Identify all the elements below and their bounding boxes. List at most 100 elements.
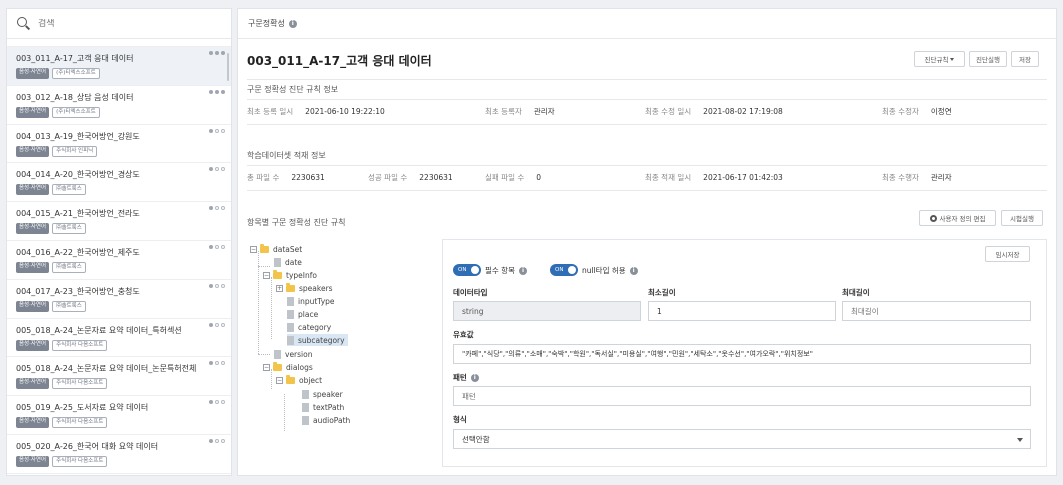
- custom-edit-button[interactable]: 사용자 정의 편집: [919, 210, 996, 226]
- tree-node-dialogs[interactable]: − dialogs: [263, 361, 313, 373]
- file-icon: [302, 402, 309, 412]
- run-diagnosis-button[interactable]: 진단실행: [969, 51, 1007, 67]
- list-item-tags: 음성·자연어 ㈜솔트룩스: [16, 300, 221, 312]
- divider: [247, 165, 1047, 166]
- list-item-tags: 음성·자연어 주식회사 다음소프트: [16, 417, 221, 429]
- list-item[interactable]: 005_020_A-26_한국어 대화 요약 데이터 음성·자연어 주식회사 다음소…: [7, 435, 231, 474]
- list-item[interactable]: 003_012_A-18_상담 음성 데이터 음성·자연어 (주)티엑스소프트: [7, 86, 231, 125]
- valid-values-input[interactable]: "카페","식당","의류","소매","숙박","학원","독서실","미용실…: [453, 344, 1031, 364]
- search-input[interactable]: [38, 18, 208, 29]
- tree-node-date[interactable]: date: [274, 256, 302, 268]
- tree-node-version[interactable]: version: [274, 348, 312, 360]
- status-dot: [221, 167, 225, 172]
- status-dot: [215, 51, 219, 55]
- list-item[interactable]: 004_014_A-20_한국어방언_경상도 음성·자연어 ㈜솔트룩스: [7, 163, 231, 203]
- first-reg-date: 최초 등록 일시 2021-06-10 19:22:10: [247, 106, 385, 117]
- tree-node-place[interactable]: place: [287, 308, 318, 320]
- org-badge: ㈜솔트룩스: [52, 261, 86, 273]
- tree-label: version: [285, 349, 313, 359]
- save-button[interactable]: 저장: [1011, 51, 1039, 67]
- category-badge: 음성·자연어: [16, 223, 50, 235]
- list-item[interactable]: 004_016_A-22_한국어방언_제주도 음성·자연어 ㈜솔트룩스: [7, 241, 231, 280]
- list-item-partial: [7, 39, 231, 47]
- meta-label: 총 파일 수: [247, 173, 280, 182]
- info-icon[interactable]: i: [470, 373, 479, 382]
- status-dot: [215, 89, 219, 94]
- null-toggle[interactable]: ON: [550, 264, 578, 276]
- list-item-title: 004_014_A-20_한국어방언_경상도: [16, 170, 140, 180]
- list-item-title: 004_013_A-19_한국어방언_강원도: [16, 131, 140, 141]
- tree-node-subcategory[interactable]: subcategory: [287, 334, 348, 346]
- required-label-text: 필수 항목: [485, 266, 515, 275]
- status-dot: [215, 322, 219, 327]
- status-dot: [221, 283, 225, 288]
- pattern-input[interactable]: [453, 386, 1031, 406]
- list-item-tags: 음성·자연어 ㈜솔트룩스: [16, 223, 221, 235]
- status-dots: [209, 167, 225, 172]
- meta-value: 2021-06-10 19:22:10: [305, 107, 385, 116]
- meta-label: 최종 수정자: [882, 107, 919, 116]
- list-item-title: 003_011_A-17_고객 응대 데이터: [16, 54, 134, 63]
- info-icon[interactable]: i: [629, 266, 638, 275]
- tree-node-category[interactable]: category: [287, 321, 331, 333]
- meta-label: 최초 등록자: [485, 107, 522, 116]
- meta-label: 최초 등록 일시: [247, 107, 294, 116]
- tree-node-textpath[interactable]: textPath: [302, 401, 344, 413]
- org-badge: (주)티엑스소프트: [52, 68, 100, 79]
- tree-node-speaker[interactable]: speaker: [302, 388, 343, 400]
- org-badge: ㈜솔트룩스: [52, 184, 86, 196]
- meta-value: 0: [536, 173, 542, 182]
- status-dot: [221, 89, 225, 94]
- tree-label: audioPath: [313, 415, 351, 425]
- test-run-button[interactable]: 시험실행: [1001, 210, 1043, 226]
- tree-label: dataSet: [273, 244, 303, 254]
- tree-node-speakers[interactable]: + speakers: [276, 282, 333, 294]
- file-icon: [274, 257, 281, 267]
- search-icon[interactable]: [17, 17, 30, 30]
- collapse-icon[interactable]: −: [276, 376, 283, 384]
- list-item[interactable]: 004_017_A-23_한국어방언_충청도 음성·자연어 ㈜솔트룩스: [7, 280, 231, 319]
- tree-node-audiopath[interactable]: audioPath: [302, 414, 350, 426]
- list-item[interactable]: 005_018_A-24_논문자료 요약 데이터_논문특허전체 음성·자연어 주식회…: [7, 357, 231, 397]
- status-dot: [221, 361, 225, 366]
- tree-label: category: [298, 322, 332, 332]
- scrollbar[interactable]: [227, 53, 229, 81]
- expand-icon[interactable]: +: [276, 284, 283, 292]
- total-files: 총 파일 수 2230631: [247, 172, 325, 183]
- tree-label: dialogs: [286, 362, 313, 372]
- list-item[interactable]: 004_015_A-21_한국어방언_전라도 음성·자연어 ㈜솔트룩스: [7, 202, 231, 241]
- status-dots: [209, 400, 225, 405]
- format-select[interactable]: 선택안함: [453, 429, 1031, 449]
- list-item[interactable]: 003_011_A-17_고객 응대 데이터음성·자연어 (주)티엑스소프트: [7, 47, 231, 86]
- file-icon: [274, 349, 281, 359]
- tree-node-dataset[interactable]: − dataSet: [250, 243, 302, 255]
- list-item[interactable]: 005_019_A-25_도서자료 요약 데이터 음성·자연어 주식회사 다음소프트: [7, 396, 231, 435]
- meta-label: 최종 적재 일시: [645, 173, 692, 182]
- tree-node-inputtype[interactable]: inputType: [287, 295, 335, 307]
- status-dots: [209, 244, 225, 249]
- max-length-input[interactable]: [842, 301, 1031, 321]
- diagnose-rule-button[interactable]: 진단규칙: [914, 51, 965, 67]
- item-rules-title: 항목별 구문 정확성 진단 규칙: [247, 218, 346, 227]
- info-icon[interactable]: i: [288, 19, 297, 28]
- temp-save-button[interactable]: 임시저장: [985, 246, 1030, 262]
- tree-node-object[interactable]: − object: [276, 374, 322, 386]
- collapse-icon[interactable]: −: [263, 271, 270, 279]
- status-dots: [209, 89, 225, 94]
- category-badge: 음성·자연어: [16, 261, 50, 273]
- required-toggle[interactable]: ON: [453, 264, 481, 276]
- category-badge: 음성·자연어: [16, 68, 50, 79]
- divider: [247, 124, 1047, 125]
- collapse-icon[interactable]: −: [263, 363, 270, 371]
- list-item[interactable]: 004_013_A-19_한국어방언_강원도 음성·자연어 주식회사 인피닉: [7, 125, 231, 164]
- collapse-icon[interactable]: −: [250, 245, 257, 253]
- info-icon[interactable]: i: [518, 266, 527, 275]
- datatype-field: string: [453, 301, 641, 321]
- status-dot: [209, 51, 213, 55]
- min-length-input[interactable]: [648, 301, 836, 321]
- tree-node-typeinfo[interactable]: − typeInfo: [263, 269, 317, 281]
- list-item[interactable]: 005_018_A-24_논문자료 요약 데이터_특허섹션 음성·자연어 주식회사 …: [7, 319, 231, 358]
- org-badge: 주식회사 다음소프트: [52, 339, 108, 351]
- field-tree: − dataSet date − typeInfo + speakers inputT…: [247, 239, 443, 467]
- org-badge: ㈜솔트룩스: [52, 223, 86, 235]
